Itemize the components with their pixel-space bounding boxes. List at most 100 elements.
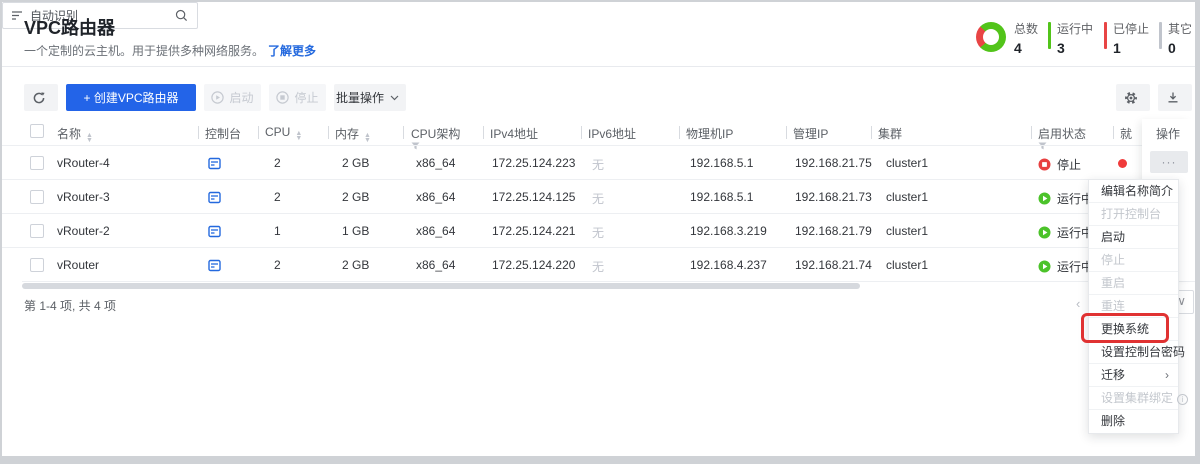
stat-total: 总数 4 [1014, 20, 1062, 56]
stat-stopped-value: 1 [1113, 40, 1161, 56]
ipv6-cell: 无 [592, 258, 604, 275]
console-icon[interactable] [208, 191, 221, 204]
running-status-icon [1038, 192, 1051, 205]
pagination-prev-icon[interactable]: ‹ [1076, 296, 1080, 311]
menu-item-open-console[interactable]: 打开控制台 [1089, 203, 1178, 226]
console-icon[interactable] [208, 259, 221, 272]
stat-stopped-bar [1104, 22, 1107, 49]
stopped-status-icon [1038, 158, 1051, 171]
col-header-memory[interactable]: 内存▲▼ [335, 125, 371, 143]
column-separator [581, 126, 582, 139]
stat-total-value: 4 [1014, 40, 1062, 56]
table-bottom-border [22, 281, 1195, 282]
header-divider [2, 66, 1195, 67]
menu-item-edit-name[interactable]: 编辑名称简介 [1089, 180, 1178, 203]
ipv4-cell: 172.25.124.220 [492, 258, 575, 272]
pagination-summary: 第 1-4 项, 共 4 项 [24, 297, 116, 314]
refresh-button[interactable] [24, 84, 58, 111]
console-icon[interactable] [208, 157, 221, 170]
phys-ip-cell: 192.168.5.1 [690, 156, 753, 170]
sort-icon[interactable]: ▲▼ [295, 131, 302, 141]
status-cell: 运行中 [1038, 258, 1093, 275]
horizontal-scrollbar[interactable] [22, 283, 860, 289]
stat-total-label: 总数 [1014, 20, 1062, 37]
cluster-link[interactable]: cluster1 [886, 190, 928, 204]
cluster-link[interactable]: cluster1 [886, 156, 928, 170]
row-actions-button[interactable]: ··· [1150, 151, 1188, 173]
menu-item-reboot[interactable]: 重启 [1089, 272, 1178, 295]
arch-cell: x86_64 [416, 190, 455, 204]
col-header-cluster: 集群 [878, 125, 902, 142]
phys-ip-cell: 192.168.4.237 [690, 258, 767, 272]
subtitle-text: 一个定制的云主机。用于提供多种网络服务。 [24, 44, 264, 58]
row-checkbox[interactable] [30, 156, 44, 170]
col-header-mgmt-ip: 管理IP [793, 125, 828, 142]
phys-ip-cell: 192.168.5.1 [690, 190, 753, 204]
chevron-down-icon [390, 95, 404, 101]
export-button[interactable] [1158, 84, 1192, 111]
mgmt-ip-cell: 192.168.21.73 [795, 190, 872, 204]
select-all-checkbox[interactable] [30, 124, 44, 138]
memory-cell: 1 GB [342, 224, 369, 238]
col-header-name[interactable]: 名称▲▼ [57, 125, 93, 143]
row-checkbox[interactable] [30, 190, 44, 204]
col-header-ready: 就 [1120, 125, 1132, 142]
menu-item-stop[interactable]: 停止 [1089, 249, 1178, 272]
column-separator [258, 126, 259, 139]
router-name-link[interactable]: vRouter-2 [57, 224, 110, 238]
menu-item-migrate[interactable]: 迁移 › [1089, 364, 1178, 387]
router-name-link[interactable]: vRouter-4 [57, 156, 110, 170]
stat-stopped-label: 已停止 [1113, 20, 1161, 37]
column-separator [403, 126, 404, 139]
menu-item-delete[interactable]: 删除 [1089, 410, 1178, 433]
col-header-phys-ip: 物理机IP [686, 125, 733, 142]
menu-item-set-cluster-binding[interactable]: 设置集群绑定i [1089, 387, 1178, 410]
cpu-cell: 2 [274, 258, 281, 272]
cluster-link[interactable]: cluster1 [886, 224, 928, 238]
ipv6-cell: 无 [592, 156, 604, 173]
phys-ip-cell: 192.168.3.219 [690, 224, 767, 238]
router-name-link[interactable]: vRouter [57, 258, 99, 272]
table-row[interactable]: vRouter-3 2 2 GB x86_64 172.25.124.125 无… [2, 179, 1195, 213]
arch-cell: x86_64 [416, 156, 455, 170]
start-button-label: 启动 [229, 89, 253, 106]
stop-button[interactable]: 停止 [269, 84, 326, 111]
column-settings-button[interactable] [1116, 84, 1150, 111]
sort-icon[interactable]: ▲▼ [86, 133, 93, 143]
sort-icon[interactable]: ▲▼ [364, 133, 371, 143]
column-separator [1031, 126, 1032, 139]
stat-other-label: 其它 [1168, 20, 1200, 37]
search-icon[interactable] [175, 9, 188, 22]
create-vpc-router-button[interactable]: + 创建VPC路由器 [66, 84, 196, 111]
status-cell: 停止 [1038, 156, 1081, 173]
status-label: 停止 [1057, 156, 1081, 173]
table-row[interactable]: vRouter 2 2 GB x86_64 172.25.124.220 无 1… [2, 247, 1195, 281]
console-icon[interactable] [208, 225, 221, 238]
start-button[interactable]: 启动 [204, 84, 261, 111]
row-checkbox[interactable] [30, 258, 44, 272]
menu-item-reconnect[interactable]: 重连 [1089, 295, 1178, 318]
status-cell: 运行中 [1038, 224, 1093, 241]
menu-item-change-system[interactable]: 更换系统 [1089, 318, 1178, 341]
learn-more-link[interactable]: 了解更多 [268, 44, 316, 58]
cluster-link[interactable]: cluster1 [886, 258, 928, 272]
row-checkbox[interactable] [30, 224, 44, 238]
cpu-cell: 1 [274, 224, 281, 238]
stat-running: 运行中 3 [1057, 20, 1105, 56]
column-separator [198, 126, 199, 139]
menu-item-set-console-password[interactable]: 设置控制台密码 [1089, 341, 1178, 364]
arch-cell: x86_64 [416, 224, 455, 238]
ready-state-dot [1118, 159, 1127, 168]
menu-item-start[interactable]: 启动 [1089, 226, 1178, 249]
column-separator [871, 126, 872, 139]
router-name-link[interactable]: vRouter-3 [57, 190, 110, 204]
page-subtitle: 一个定制的云主机。用于提供多种网络服务。了解更多 [24, 42, 316, 59]
stop-circle-icon [276, 91, 294, 104]
col-header-cpu[interactable]: CPU▲▼ [265, 125, 302, 141]
running-status-icon [1038, 226, 1051, 239]
page-title: VPC路由器 [24, 14, 115, 40]
table-row[interactable]: vRouter-4 2 2 GB x86_64 172.25.124.223 无… [2, 145, 1195, 179]
batch-actions-dropdown[interactable]: 批量操作 [334, 84, 406, 111]
column-separator [1113, 126, 1114, 139]
table-row[interactable]: vRouter-2 1 1 GB x86_64 172.25.124.221 无… [2, 213, 1195, 247]
